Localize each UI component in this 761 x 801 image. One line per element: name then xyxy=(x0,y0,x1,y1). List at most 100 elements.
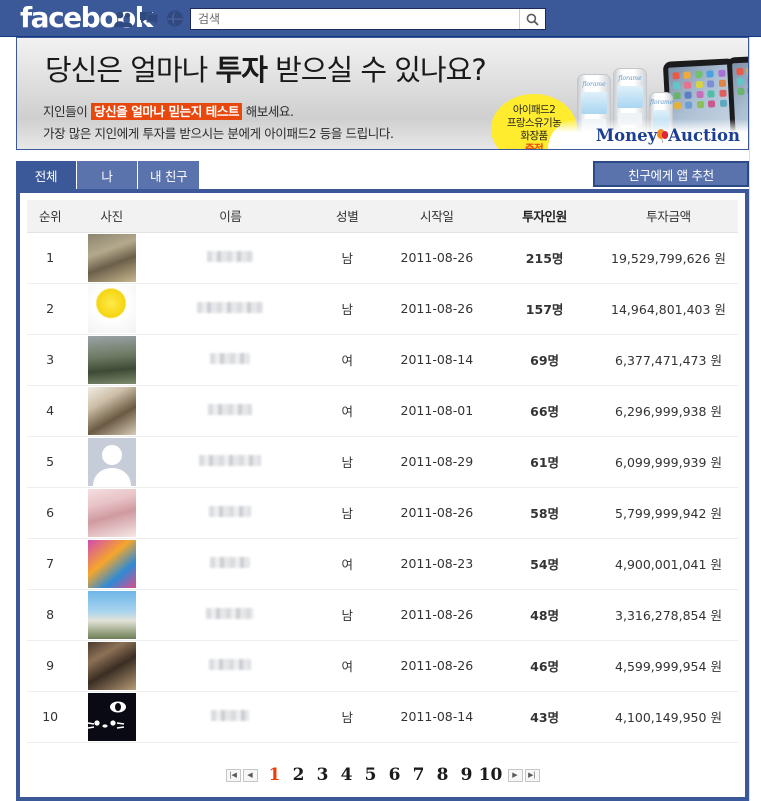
table-row[interactable]: 1 남 2011-08-26 215명 19,529,799,626 원 xyxy=(27,232,738,284)
promo-banner[interactable]: 당신은 얼마나 투자 받으실 수 있나요? 지인들이 당신을 얼마나 믿는지 테… xyxy=(16,37,749,150)
pagination-page-8[interactable]: 8 xyxy=(431,765,455,785)
redacted-name xyxy=(208,404,253,415)
pagination-next-button[interactable]: ▶ xyxy=(507,768,523,782)
cell-photo[interactable] xyxy=(73,232,150,284)
avatar[interactable] xyxy=(87,692,136,741)
cell-investment-amount: 6,377,471,473 원 xyxy=(598,334,738,386)
avatar[interactable] xyxy=(87,437,136,486)
pagination-page-3[interactable]: 3 xyxy=(311,765,335,785)
table-row[interactable]: 6 남 2011-08-26 58명 5,799,999,942 원 xyxy=(27,487,738,539)
cell-name[interactable] xyxy=(149,385,311,437)
money-auction-logo: Money Auction xyxy=(596,126,740,145)
cell-name[interactable] xyxy=(149,283,311,335)
tab-me[interactable]: 나 xyxy=(77,161,138,189)
banner-headline-post: 받으실 수 있나요? xyxy=(266,53,487,87)
cell-investment-amount: 3,316,278,854 원 xyxy=(598,589,738,641)
cell-name[interactable] xyxy=(149,538,311,590)
cell-photo[interactable] xyxy=(73,691,150,743)
banner-subline-2: 가장 많은 지인에게 투자를 받으시는 분에게 아이패드2 등을 드립니다. xyxy=(43,126,394,141)
cell-start-date: 2011-08-23 xyxy=(383,538,491,590)
column-header-investor-count: 투자인원 xyxy=(490,200,599,233)
pagination-page-5[interactable]: 5 xyxy=(359,765,383,785)
cell-photo[interactable] xyxy=(73,436,150,488)
table-row[interactable]: 2 남 2011-08-26 157명 14,964,801,403 원 xyxy=(27,283,738,335)
notifications-icon[interactable] xyxy=(165,9,185,28)
cell-investment-amount: 4,900,001,041 원 xyxy=(598,538,738,590)
column-header-gender: 성별 xyxy=(310,200,384,233)
column-header-name: 이름 xyxy=(149,200,311,233)
avatar[interactable] xyxy=(87,488,136,537)
search-button[interactable] xyxy=(519,9,545,29)
search-input[interactable]: 검색 xyxy=(191,9,519,29)
friend-requests-icon[interactable] xyxy=(113,9,133,28)
cell-name[interactable] xyxy=(149,691,311,743)
pagination-page-2[interactable]: 2 xyxy=(287,765,311,785)
redacted-name xyxy=(209,659,252,670)
cell-name[interactable] xyxy=(149,334,311,386)
page-scrollbar[interactable] xyxy=(749,37,761,801)
avatar[interactable] xyxy=(87,233,136,282)
avatar[interactable] xyxy=(87,590,136,639)
table-row[interactable]: 8 남 2011-08-26 48명 3,316,278,854 원 xyxy=(27,589,738,641)
table-row[interactable]: 4 여 2011-08-01 66명 6,296,999,938 원 xyxy=(27,385,738,437)
avatar[interactable] xyxy=(87,284,136,333)
pagination-page-6[interactable]: 6 xyxy=(383,765,407,785)
cell-photo[interactable] xyxy=(73,538,150,590)
cell-gender: 남 xyxy=(310,436,384,488)
cell-investment-amount: 19,529,799,626 원 xyxy=(598,232,738,284)
cell-investor-count: 48명 xyxy=(490,589,599,641)
pagination-page-7[interactable]: 7 xyxy=(407,765,431,785)
cell-name[interactable] xyxy=(149,589,311,641)
pagination-first-button[interactable]: |◀ xyxy=(225,768,241,782)
messages-icon[interactable] xyxy=(139,9,159,28)
cell-rank: 8 xyxy=(27,589,74,641)
product-brand-label-3: florame xyxy=(650,99,674,106)
pagination-prev-button[interactable]: ◀ xyxy=(242,768,258,782)
cell-photo[interactable] xyxy=(73,283,150,335)
table-row[interactable]: 7 여 2011-08-23 54명 4,900,001,041 원 xyxy=(27,538,738,590)
cell-investor-count: 54명 xyxy=(490,538,599,590)
avatar[interactable] xyxy=(87,386,136,435)
cell-start-date: 2011-08-14 xyxy=(383,334,491,386)
avatar[interactable] xyxy=(87,335,136,384)
cell-rank: 4 xyxy=(27,385,74,437)
banner-headline-pre: 당신은 얼마나 xyxy=(45,53,216,87)
cell-name[interactable] xyxy=(149,640,311,692)
table-row[interactable]: 3 여 2011-08-14 69명 6,377,471,473 원 xyxy=(27,334,738,386)
cell-name[interactable] xyxy=(149,487,311,539)
tab-my-friends[interactable]: 내 친구 xyxy=(138,161,201,189)
cell-gender: 남 xyxy=(310,589,384,641)
cell-investment-amount: 6,296,999,938 원 xyxy=(598,385,738,437)
pagination-page-1[interactable]: 1 xyxy=(263,765,287,785)
cell-photo[interactable] xyxy=(73,640,150,692)
search-box[interactable]: 검색 xyxy=(190,8,546,30)
table-row[interactable]: 9 여 2011-08-26 46명 4,599,999,954 원 xyxy=(27,640,738,692)
table-row[interactable]: 5 남 2011-08-29 61명 6,099,999,939 원 xyxy=(27,436,738,488)
recommend-app-button[interactable]: 친구에게 앱 추천 xyxy=(593,161,749,187)
avatar[interactable] xyxy=(87,539,136,588)
cell-name[interactable] xyxy=(149,232,311,284)
column-header-rank: 순위 xyxy=(27,200,74,233)
cell-investor-count: 58명 xyxy=(490,487,599,539)
cell-photo[interactable] xyxy=(73,385,150,437)
cell-rank: 9 xyxy=(27,640,74,692)
pagination-last-button[interactable]: ▶| xyxy=(524,768,540,782)
table-row[interactable]: 10 남 2011-08-14 43명 4,100,149,950 원 xyxy=(27,691,738,743)
cell-photo[interactable] xyxy=(73,487,150,539)
cell-investor-count: 215명 xyxy=(490,232,599,284)
cell-start-date: 2011-08-26 xyxy=(383,589,491,641)
banner-headline: 당신은 얼마나 투자 받으실 수 있나요? xyxy=(45,47,487,89)
cell-name[interactable] xyxy=(149,436,311,488)
pagination-page-9[interactable]: 9 xyxy=(455,765,479,785)
cell-gender: 남 xyxy=(310,232,384,284)
column-header-photo: 사진 xyxy=(73,200,150,233)
avatar[interactable] xyxy=(87,641,136,690)
cell-gender: 여 xyxy=(310,640,384,692)
cell-photo[interactable] xyxy=(73,334,150,386)
pagination-page-10[interactable]: 10 xyxy=(479,765,503,785)
pagination-page-4[interactable]: 4 xyxy=(335,765,359,785)
cell-rank: 2 xyxy=(27,283,74,335)
cell-investment-amount: 4,100,149,950 원 xyxy=(598,691,738,743)
cell-photo[interactable] xyxy=(73,589,150,641)
tab-all[interactable]: 전체 xyxy=(16,161,77,189)
